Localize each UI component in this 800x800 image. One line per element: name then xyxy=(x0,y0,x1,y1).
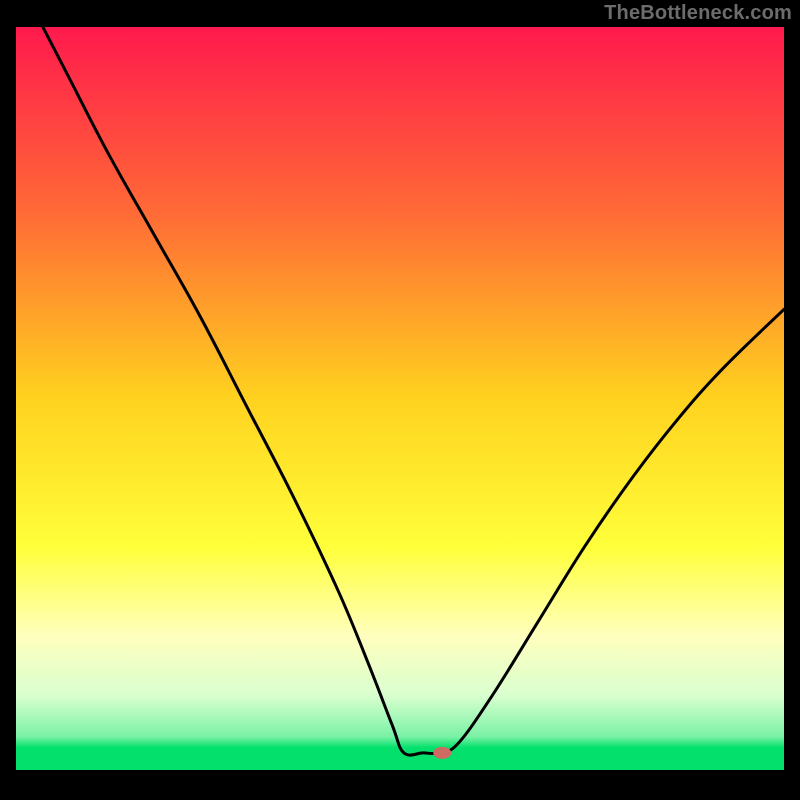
background-gradient xyxy=(16,27,784,770)
plot-svg xyxy=(16,27,784,770)
plot-area xyxy=(16,27,784,770)
optimal-marker xyxy=(433,747,451,759)
chart-frame: TheBottleneck.com xyxy=(0,0,800,800)
watermark-text: TheBottleneck.com xyxy=(604,2,792,25)
green-band xyxy=(16,748,784,770)
